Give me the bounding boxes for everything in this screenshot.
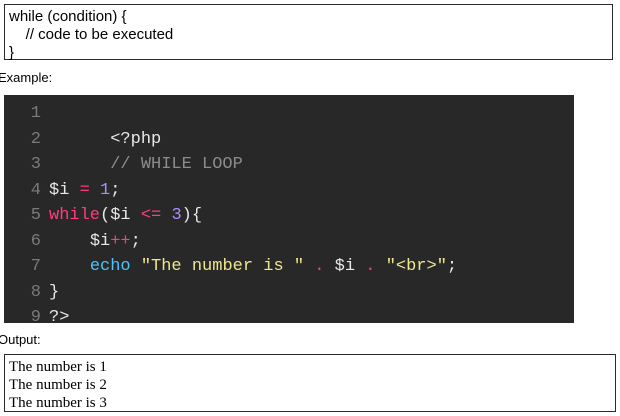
- code-line: 5 while($i <= 3){: [4, 203, 574, 229]
- code-operator: =: [79, 180, 90, 200]
- code-line: 9 ?>: [4, 305, 574, 331]
- code-punctuation: (: [100, 206, 111, 225]
- syntax-box: while (condition) { // code to be execut…: [4, 4, 613, 61]
- line-number: 5: [30, 206, 41, 225]
- code-line: 7 echo "The number is " . $i . "<br>";: [4, 254, 574, 280]
- code-panel: 1 <?php 2 // WHILE LOOP 3 4 $i = 1; 5 wh…: [4, 95, 574, 327]
- code-punctuation: ;: [130, 231, 141, 251]
- code-function: echo: [89, 257, 131, 276]
- syntax-line: }: [9, 44, 15, 61]
- code-line: 2 // WHILE LOOP: [4, 127, 574, 175]
- code-line: 1 <?php: [4, 101, 574, 149]
- code-punctuation: ;: [446, 257, 458, 276]
- output-line: The number is 3: [9, 395, 107, 411]
- line-number: 6: [30, 231, 41, 251]
- output-line: The number is 2: [9, 377, 107, 393]
- syntax-line: // code to be executed: [9, 26, 174, 43]
- code-punctuation: }: [49, 282, 60, 302]
- line-number: 4: [30, 180, 41, 200]
- code-variable: $i: [334, 257, 356, 276]
- line-number: 2: [30, 129, 41, 149]
- syntax-line: while (condition) {: [9, 8, 127, 25]
- code-operator: .: [365, 257, 376, 276]
- line-number: 3: [30, 155, 41, 174]
- code-string: "The number is ": [140, 257, 305, 276]
- code-operator: ++: [110, 231, 131, 251]
- line-number: 1: [30, 104, 41, 123]
- code-variable: $i: [110, 206, 141, 225]
- code-operator: <=: [140, 206, 162, 225]
- code-string: "<br>": [385, 257, 447, 276]
- line-number: 9: [30, 308, 41, 327]
- code-line: 6 $i++;: [4, 229, 574, 255]
- code-punctuation: ){: [181, 206, 203, 225]
- code-variable: $i: [89, 231, 111, 251]
- line-number: 7: [30, 257, 41, 276]
- code-keyword: while: [49, 206, 101, 225]
- code-variable: $i: [49, 180, 80, 200]
- code-line: 8 }: [4, 280, 574, 306]
- code-punctuation: ;: [110, 180, 121, 200]
- code-operator: .: [314, 257, 325, 276]
- code-comment: // WHILE LOOP: [110, 155, 243, 174]
- code-number: 1: [100, 180, 111, 200]
- output-box: The number is 1 The number is 2 The numb…: [4, 354, 616, 412]
- line-number: 8: [30, 282, 41, 302]
- php-close-tag: ?>: [49, 308, 70, 327]
- output-line: The number is 1: [9, 359, 107, 375]
- code-line: 4 $i = 1;: [4, 178, 574, 204]
- code-number: 3: [171, 206, 182, 225]
- output-label: Output:: [0, 332, 41, 347]
- example-label: Example:: [0, 70, 53, 85]
